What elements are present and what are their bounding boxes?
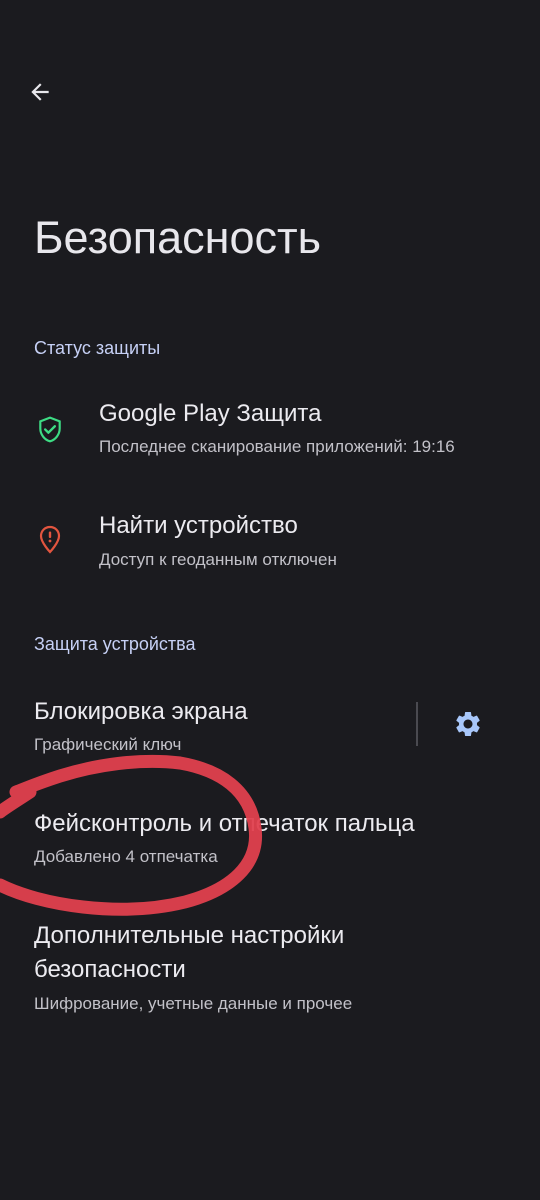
list-item-advanced-security[interactable]: Дополнительные настройки безопасности Ши… [0, 914, 540, 1024]
face-fingerprint-title: Фейсконтроль и отпечаток пальца [34, 810, 415, 837]
play-protect-subtitle: Последнее сканирование приложений: 19:16 [99, 437, 455, 456]
shield-check-icon [36, 416, 64, 444]
advanced-security-subtitle: Шифрование, учетные данные и прочее [34, 994, 353, 1013]
section-header-status: Статус защиты [34, 338, 161, 358]
screen-lock-title: Блокировка экрана [34, 698, 248, 725]
screen-lock-subtitle: Графический ключ [34, 735, 182, 754]
list-item-screen-lock[interactable]: Блокировка экрана Графический ключ [0, 686, 410, 768]
screen-lock-settings-button[interactable] [446, 702, 490, 746]
list-item-find-device[interactable]: Найти устройство Доступ к геоданным откл… [0, 502, 540, 586]
find-device-title: Найти устройство [99, 512, 298, 539]
vertical-divider [416, 702, 418, 746]
back-button[interactable] [18, 70, 62, 114]
gear-icon [456, 712, 480, 736]
advanced-security-title-line2: безопасности [34, 956, 186, 983]
page-title: Безопасность [34, 212, 322, 263]
location-alert-icon [36, 525, 64, 554]
play-protect-title: Google Play Защита [99, 400, 322, 427]
section-header-device: Защита устройства [34, 634, 196, 654]
find-device-subtitle: Доступ к геоданным отключен [99, 550, 337, 569]
advanced-security-title-line1: Дополнительные настройки [34, 922, 345, 949]
arrow-back-icon [31, 83, 49, 101]
list-item-face-fingerprint[interactable]: Фейсконтроль и отпечаток пальца Добавлен… [0, 800, 540, 882]
list-item-play-protect[interactable]: Google Play Защита Последнее сканировани… [0, 388, 540, 472]
face-fingerprint-subtitle: Добавлено 4 отпечатка [34, 847, 218, 866]
